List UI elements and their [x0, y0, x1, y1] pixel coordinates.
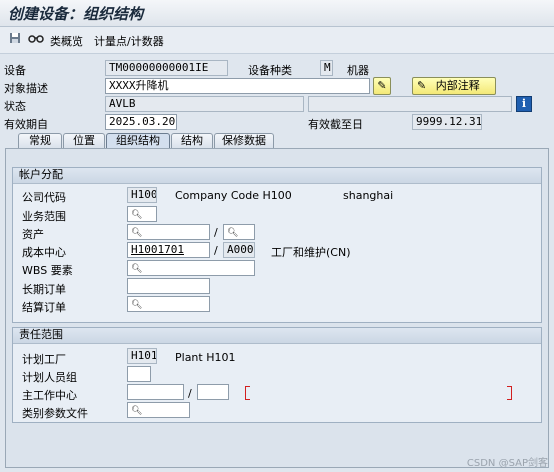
main-work-center-separator: / [188, 387, 192, 400]
input-cursor-right-bracket [507, 386, 512, 400]
tab-warranty[interactable]: 保修数据 [214, 133, 274, 149]
company-code-field[interactable]: H100 [127, 187, 157, 203]
responsibilities-group: 责任范围 计划工厂 H101 Plant H101 计划人员组 主工作中心 / … [12, 327, 542, 423]
tab-location[interactable]: 位置 [63, 133, 105, 149]
asset-sub-field[interactable]: 🔍︎ [223, 224, 255, 240]
save-icon[interactable] [8, 32, 22, 46]
cost-center-field[interactable]: H1001701 [127, 242, 210, 258]
tab-organization[interactable]: 组织结构 [106, 133, 170, 149]
account-assignment-group: 帐户分配 公司代码 H100 Company Code H100 shangha… [12, 167, 542, 323]
settlement-order-field[interactable]: 🔍︎ [127, 296, 210, 312]
note-edit-icon: ✎ [417, 79, 427, 92]
equipment-label: 设备 [4, 64, 26, 77]
search-help-icon[interactable]: 🔍︎ [131, 228, 142, 238]
settlement-order-label: 结算订单 [22, 301, 66, 314]
planner-group-field[interactable] [127, 366, 151, 382]
standing-order-label: 长期订单 [22, 283, 66, 296]
asset-main-field[interactable]: 🔍︎ [127, 224, 210, 240]
description-label: 对象描述 [4, 82, 48, 95]
planner-group-label: 计划人员组 [22, 371, 77, 384]
equipment-category-field[interactable]: M [320, 60, 333, 76]
measuring-points-button[interactable]: 计量点/计数器 [94, 33, 164, 49]
planning-plant-text: Plant H101 [175, 351, 236, 364]
input-cursor-left-bracket [245, 386, 250, 400]
tab-general[interactable]: 常规 [18, 133, 62, 149]
business-area-label: 业务范围 [22, 210, 66, 223]
status-label: 状态 [4, 100, 26, 113]
page-title: 创建设备：组织结构 [8, 5, 144, 23]
description-field[interactable]: XXXX升降机 [105, 78, 370, 94]
wbs-field[interactable]: 🔍︎ [127, 260, 255, 276]
internal-note-button[interactable]: ✎ 内部注释 [412, 77, 496, 95]
cost-center-label: 成本中心 [22, 246, 66, 259]
asset-label: 资产 [22, 228, 44, 241]
valid-from-label: 有效期自 [4, 118, 48, 131]
search-help-icon[interactable]: 🔍︎ [131, 264, 142, 274]
catalog-profile-label: 类别参数文件 [22, 407, 88, 420]
cost-center-text: 工厂和维护(CN) [271, 246, 351, 259]
valid-from-field[interactable]: 2025.03.20 [105, 114, 177, 130]
search-help-icon[interactable]: 🔍︎ [131, 210, 142, 220]
search-help-icon[interactable]: 🔍︎ [227, 228, 238, 238]
edit-long-text-button[interactable]: ✎ [373, 77, 391, 95]
equipment-category-label: 设备种类 [248, 64, 292, 77]
tab-content-area: 帐户分配 公司代码 H100 Company Code H100 shangha… [5, 148, 549, 468]
wbs-label: WBS 要素 [22, 264, 73, 277]
company-city-text: shanghai [343, 189, 394, 202]
tab-strip: 常规 位置 组织结构 结构 保修数据 [0, 133, 554, 149]
title-bar: 创建设备：组织结构 [0, 0, 554, 27]
valid-to-label: 有效截至日 [308, 118, 363, 131]
edit-icon: ✎ [377, 79, 387, 92]
company-code-label: 公司代码 [22, 191, 66, 204]
catalog-profile-field[interactable]: 🔍︎ [127, 402, 190, 418]
search-help-icon[interactable]: 🔍︎ [131, 406, 142, 416]
glasses-icon[interactable] [28, 32, 44, 46]
cost-center-separator: / [214, 244, 218, 257]
standing-order-field[interactable] [127, 278, 210, 294]
work-center-plant-field[interactable] [197, 384, 229, 400]
equipment-field[interactable]: TM00000000001IE [105, 60, 228, 76]
equipment-category-text: 机器 [347, 64, 369, 77]
status-field[interactable]: AVLB [105, 96, 304, 112]
search-help-icon[interactable]: 🔍︎ [131, 300, 142, 310]
info-icon[interactable]: i [516, 96, 532, 112]
class-overview-button[interactable]: 类概览 [50, 33, 83, 49]
tab-structure[interactable]: 结构 [171, 133, 213, 149]
main-work-center-field[interactable] [127, 384, 184, 400]
user-status-field[interactable] [308, 96, 512, 112]
application-toolbar: 类概览 计量点/计数器 [0, 27, 554, 54]
planning-plant-field[interactable]: H101 [127, 348, 157, 364]
planning-plant-label: 计划工厂 [22, 353, 66, 366]
asset-separator: / [214, 226, 218, 239]
account-assignment-title: 帐户分配 [13, 168, 541, 184]
company-code-text: Company Code H100 [175, 189, 292, 202]
watermark: CSDN @SAP剑客 [466, 458, 548, 469]
valid-to-field[interactable]: 9999.12.31 [412, 114, 482, 130]
main-work-center-label: 主工作中心 [22, 389, 77, 402]
business-area-field[interactable]: 🔍︎ [127, 206, 157, 222]
responsibilities-title: 责任范围 [13, 328, 541, 344]
controlling-area-field[interactable]: A000 [223, 242, 255, 258]
